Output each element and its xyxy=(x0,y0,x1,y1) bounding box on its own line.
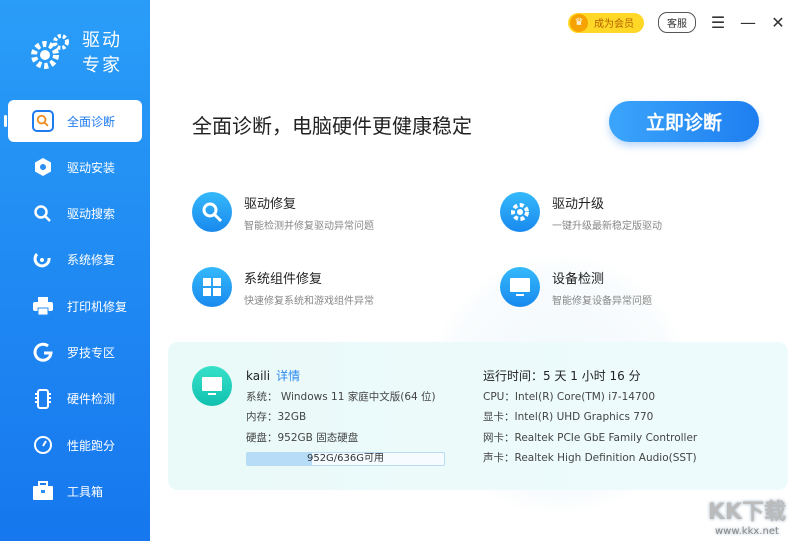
monitor-icon xyxy=(500,267,540,307)
printer-icon xyxy=(32,295,54,317)
sidebar-item-label: 打印机修复 xyxy=(67,299,128,314)
computer-icon xyxy=(192,366,232,406)
gear-icon xyxy=(500,192,540,232)
cpu-info: CPU：Intel(R) Core(TM) i7-14700 xyxy=(483,390,656,403)
logo-line2: 专家 xyxy=(82,55,122,76)
gear-logo-icon xyxy=(31,34,69,69)
gpu-info: 显卡：Intel(R) UHD Graphics 770 xyxy=(483,411,654,423)
sidebar-item-5[interactable]: 罗技专区 xyxy=(8,331,142,373)
crown-icon: ♛ xyxy=(570,13,588,32)
sound-card-info: 声卡：Realtek High Definition Audio(SST) xyxy=(483,452,697,464)
minimize-icon[interactable]: — xyxy=(740,13,756,32)
watermark: KK下载 www.kkx.net xyxy=(708,494,786,537)
disk-info: 硬盘：952GB 固态硬盘 xyxy=(246,431,359,444)
feature-title: 驱动修复 xyxy=(244,196,297,212)
disk-usage-bar: 952G/636G可用 xyxy=(246,452,445,466)
network-card-info: 网卡：Realtek PCIe GbE Family Controller xyxy=(483,431,698,444)
os-info: 系统： Windows 11 家庭中文版(64 位) xyxy=(246,390,436,403)
sidebar-item-4[interactable]: 打印机修复 xyxy=(8,285,142,327)
sidebar-item-label: 性能跑分 xyxy=(67,438,116,453)
sidebar-item-3[interactable]: 系统修复 xyxy=(8,239,142,281)
feature-subtitle: 一键升级最新稳定版驱动 xyxy=(552,220,662,232)
feature-title: 设备检测 xyxy=(552,271,605,287)
sidebar-item-label: 驱动搜索 xyxy=(67,207,116,222)
disk-usage-text: 952G/636G可用 xyxy=(306,453,385,464)
logitech-icon xyxy=(32,341,54,363)
search-icon xyxy=(32,110,54,132)
title-bar: ♛ 成为会员 客服 ☰ — ✕ xyxy=(568,12,786,33)
search-icon xyxy=(192,192,232,232)
feature-subtitle: 快速修复系统和游戏组件异常 xyxy=(244,295,374,307)
username: kaili xyxy=(246,369,271,383)
details-link[interactable]: 详情 xyxy=(276,369,300,383)
toolbox-icon xyxy=(32,480,54,502)
close-icon[interactable]: ✕ xyxy=(770,13,786,32)
system-info-panel: kaili 详情 系统： Windows 11 家庭中文版(64 位) 内存：32… xyxy=(168,342,788,490)
sidebar: 驱动专家 全面诊断驱动安装驱动搜索系统修复打印机修复罗技专区硬件检测性能跑分工具… xyxy=(0,0,150,541)
chip-icon xyxy=(32,388,54,410)
sidebar-item-label: 罗技专区 xyxy=(67,345,116,360)
app-logo: 驱动 专家 xyxy=(28,28,122,78)
uptime: 运行时间：5 天 1 小时 16 分 xyxy=(483,369,641,383)
feature-title: 系统组件修复 xyxy=(244,271,323,287)
feature-system-component-repair[interactable]: 系统组件修复快速修复系统和游戏组件异常 xyxy=(192,267,374,307)
diagnose-now-button[interactable]: 立即诊断 xyxy=(609,101,759,142)
windows-icon xyxy=(192,267,232,307)
gauge-icon xyxy=(32,434,54,456)
sidebar-item-7[interactable]: 性能跑分 xyxy=(8,424,142,466)
sidebar-item-label: 系统修复 xyxy=(67,253,116,268)
sidebar-item-0[interactable]: 全面诊断 xyxy=(4,100,142,142)
sidebar-item-6[interactable]: 硬件检测 xyxy=(8,378,142,420)
wrench-icon xyxy=(32,249,54,271)
page-title: 全面诊断，电脑硬件更健康稳定 xyxy=(192,114,472,138)
search-icon xyxy=(32,203,54,225)
sidebar-item-2[interactable]: 驱动搜索 xyxy=(8,193,142,235)
sidebar-item-1[interactable]: 驱动安装 xyxy=(8,146,142,188)
vip-label: 成为会员 xyxy=(594,19,634,30)
feature-driver-upgrade[interactable]: 驱动升级一键升级最新稳定版驱动 xyxy=(500,192,662,232)
feature-subtitle: 智能修复设备异常问题 xyxy=(552,295,652,307)
vip-button[interactable]: ♛ 成为会员 xyxy=(568,12,644,33)
feature-device-check[interactable]: 设备检测智能修复设备异常问题 xyxy=(500,267,652,307)
sidebar-item-label: 工具箱 xyxy=(67,484,104,499)
watermark-text: KK下载 xyxy=(707,500,786,525)
memory-info: 内存：32GB xyxy=(246,411,307,423)
sidebar-item-label: 全面诊断 xyxy=(67,114,116,129)
sidebar-item-label: 驱动安装 xyxy=(67,160,116,175)
hexagon-gear-icon xyxy=(32,156,54,178)
logo-line1: 驱动 xyxy=(82,30,122,51)
feature-driver-repair[interactable]: 驱动修复智能检测并修复驱动异常问题 xyxy=(192,192,374,232)
sidebar-item-8[interactable]: 工具箱 xyxy=(8,470,142,512)
feature-title: 驱动升级 xyxy=(552,196,605,212)
customer-service-button[interactable]: 客服 xyxy=(658,12,696,33)
feature-subtitle: 智能检测并修复驱动异常问题 xyxy=(244,220,374,232)
sidebar-item-label: 硬件检测 xyxy=(67,392,116,407)
menu-icon[interactable]: ☰ xyxy=(710,13,726,32)
watermark-url: www.kkx.net xyxy=(715,526,779,537)
